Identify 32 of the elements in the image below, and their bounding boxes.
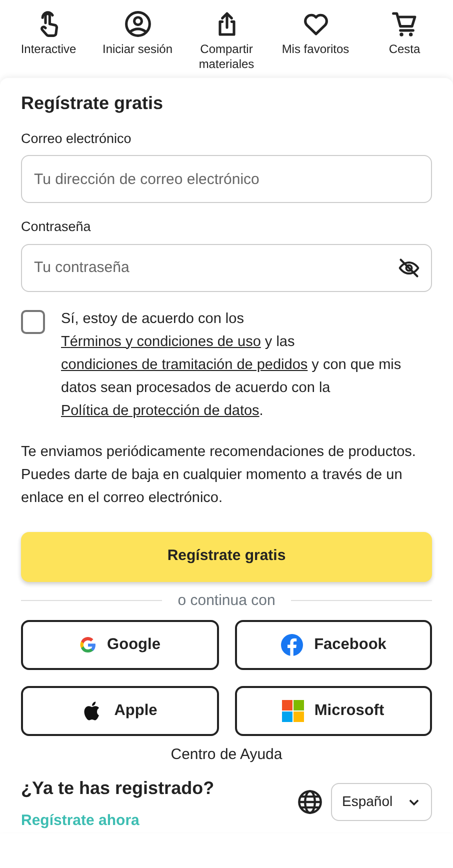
consent-text: Sí, estoy de acuerdo con los Términos y condiciones de uso y las condiciones de tramitación de pedidos y con que mis datos sean procesados de acuerdo con la Política de protección de datos.	[61, 310, 402, 420]
terms-link[interactable]: condiciones de tramitación de pedidos	[61, 356, 308, 372]
nav-item[interactable]: Mis favoritos	[272, 10, 360, 72]
input-field[interactable]: Tu contraseña	[21, 244, 432, 292]
microsoft-logo-icon	[282, 700, 304, 722]
footer-question: ¿Ya te has registrado?	[21, 776, 214, 800]
terms-link[interactable]: Política de protección de datos	[61, 402, 260, 418]
nav-item[interactable]: Compartir materiales	[182, 10, 270, 72]
nav-item[interactable]: Interactive	[4, 10, 92, 72]
google-logo-icon	[79, 636, 98, 654]
social-login-button[interactable]: Google	[21, 620, 218, 670]
form-title: Regístrate gratis	[21, 92, 164, 115]
hide-password-icon[interactable]	[398, 256, 420, 278]
nav-item[interactable]: Cesta	[360, 10, 448, 72]
globe-icon	[297, 788, 323, 814]
social-login-button[interactable]: Microsoft	[234, 686, 432, 736]
language-select[interactable]: Español	[331, 782, 432, 820]
newsletter-notice: Te enviamos periódicamente recomendaciones de productos. Puedes darte de baja en cualquier momento a través de un enlace en el correo electrónico.	[21, 442, 417, 508]
cart-icon	[390, 10, 418, 38]
user-icon	[124, 10, 152, 38]
checkbox[interactable]	[21, 310, 45, 334]
field-label: Correo electrónico	[21, 130, 132, 148]
facebook-logo-icon	[280, 633, 304, 657]
nav-item[interactable]: Iniciar sesión	[94, 10, 182, 72]
help-center-link[interactable]: Centro de Ayuda	[170, 746, 282, 763]
terms-link[interactable]: Términos y condiciones de uso	[61, 334, 261, 350]
divider-label: o continua con	[178, 590, 276, 610]
register-button[interactable]: Regístrate gratis	[21, 532, 432, 582]
input-field[interactable]: Tu dirección de correo electrónico	[21, 155, 432, 204]
social-login-button[interactable]: Apple	[21, 686, 218, 736]
social-login-button[interactable]: Facebook	[234, 620, 432, 670]
field-label: Contraseña	[21, 218, 92, 236]
